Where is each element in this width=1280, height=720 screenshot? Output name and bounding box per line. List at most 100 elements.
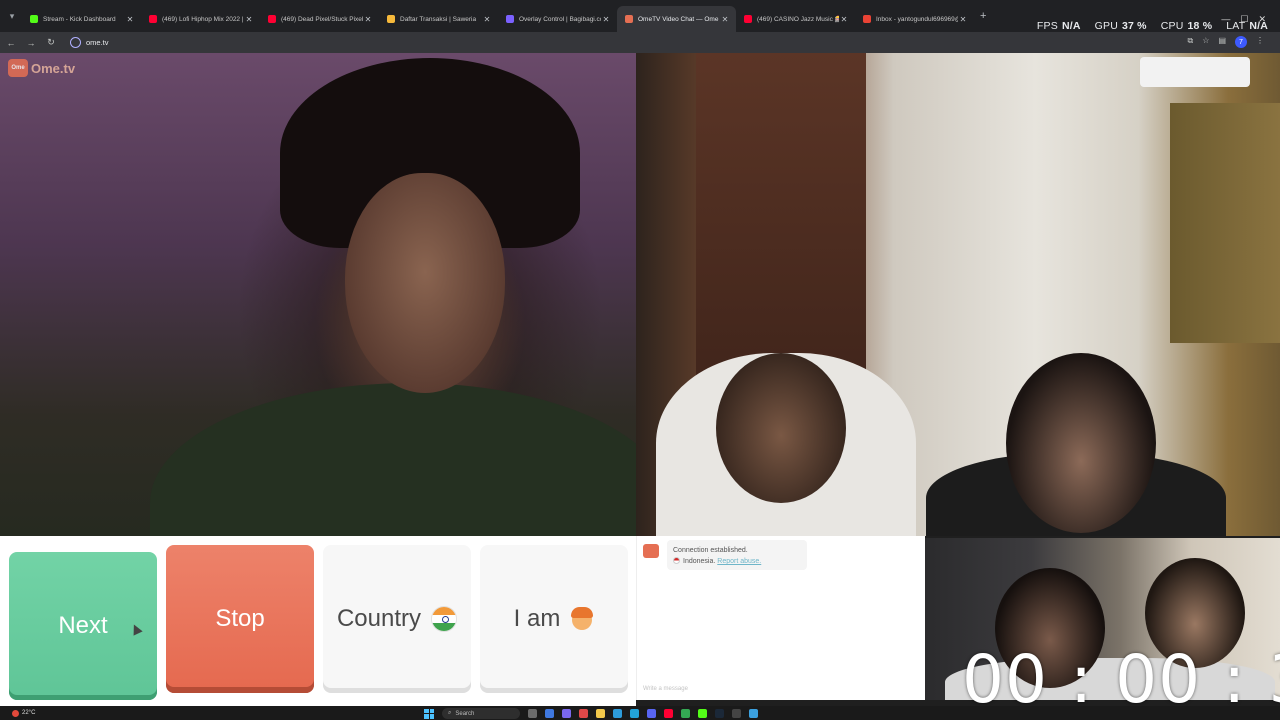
site-info-icon[interactable] — [70, 37, 81, 48]
browser-toolbar: ← → ↻ ome.tv ⧉ ☆ ▤ 7 ⋮ — [0, 32, 1280, 53]
tab-label: (469) CASINO Jazz Music 🎰 P — [757, 16, 839, 23]
taskbar-search[interactable]: ⌕ Search — [442, 708, 520, 719]
tab-close-icon[interactable]: ✕ — [363, 15, 373, 24]
video-body-shape — [150, 383, 636, 536]
install-app-icon[interactable]: ⧉ — [1188, 36, 1194, 48]
obs-icon[interactable] — [732, 709, 741, 718]
tab-close-icon[interactable]: ✕ — [958, 15, 968, 24]
tab-close-icon[interactable]: ✕ — [720, 15, 730, 24]
back-icon[interactable]: ← — [2, 38, 20, 48]
performance-stats: FPS N/A GPU 37 % CPU 18 % LAT N/A — [1037, 20, 1268, 32]
tab-label: OmeTV Video Chat — Ome — [638, 15, 719, 23]
tab-close-icon[interactable]: ✕ — [482, 15, 492, 24]
browser-tab[interactable]: Inbox - yantogundul696969@ ✕ — [855, 6, 974, 32]
video-face-shape — [345, 173, 505, 393]
chrome-icon[interactable] — [681, 709, 690, 718]
tab-favicon-icon — [863, 15, 871, 23]
ometv-chat-avatar-icon — [643, 544, 659, 558]
toolbar-actions: ⧉ ☆ ▤ 7 ⋮ — [1188, 36, 1264, 48]
tab-close-icon[interactable]: ✕ — [839, 15, 849, 24]
app-red-icon[interactable] — [579, 709, 588, 718]
browser-menu-icon[interactable]: ⋮ — [1256, 36, 1264, 48]
weather-widget[interactable]: 22°C — [12, 709, 36, 717]
tab-favicon-icon — [625, 15, 633, 23]
tab-label: Daftar Transaksi | Saweria — [400, 15, 477, 23]
ometv-logo: Ome Ome.tv — [8, 59, 75, 77]
gender-button-label: I am — [513, 605, 561, 632]
tab-label: Overlay Control | Bagibagi.co — [519, 15, 601, 23]
gender-button[interactable]: I am — [480, 545, 628, 693]
tab-search-chevron-icon[interactable]: ▾ — [2, 6, 22, 26]
country-button[interactable]: Country — [323, 545, 471, 693]
teams-icon[interactable] — [562, 709, 571, 718]
tab-close-icon[interactable]: ✕ — [601, 15, 611, 24]
tab-favicon-icon — [506, 15, 514, 23]
forward-icon[interactable]: → — [22, 38, 40, 48]
browser-tab[interactable]: (469) Lofi Hiphop Mix 2022 | Lo ✕ — [141, 6, 260, 32]
task-view-icon[interactable] — [528, 709, 537, 718]
stat-gpu: GPU 37 % — [1094, 20, 1147, 32]
ometv-logo-icon: Ome — [8, 59, 28, 77]
app-blue-icon[interactable] — [630, 709, 639, 718]
stop-button[interactable]: Stop — [166, 545, 314, 693]
stat-cpu: CPU 18 % — [1160, 20, 1213, 32]
browser-tab[interactable]: Overlay Control | Bagibagi.co ✕ — [498, 6, 617, 32]
tab-label: (469) Lofi Hiphop Mix 2022 | Lo — [162, 15, 244, 23]
stranger-video — [0, 53, 636, 536]
tab-label: Inbox - yantogundul696969@ — [876, 15, 958, 23]
taskbar-apps: ⌕ Search — [424, 708, 758, 719]
profile-avatar-icon[interactable]: 7 — [1235, 36, 1247, 48]
country-button-label: Country — [336, 605, 422, 632]
indonesia-flag-icon — [673, 557, 680, 564]
system-message-country: Indonesia. Report abuse. — [673, 556, 801, 567]
report-abuse-link[interactable]: Report abuse. — [717, 558, 761, 565]
windows-start-icon[interactable] — [424, 708, 434, 719]
ometv-logo-text: Ome.tv — [31, 60, 76, 76]
temperature: 22°C — [22, 710, 36, 716]
video-ac-shape — [1140, 57, 1250, 87]
app-light-blue-icon[interactable] — [749, 709, 758, 718]
tab-favicon-icon — [387, 15, 395, 23]
tab-close-icon[interactable]: ✕ — [244, 15, 254, 24]
windows-taskbar: 22°C ⌕ Search — [0, 706, 1280, 720]
reload-icon[interactable]: ↻ — [42, 37, 60, 48]
browser-tab[interactable]: (469) CASINO Jazz Music 🎰 P✕ — [736, 6, 855, 32]
next-button-label: Next — [58, 612, 108, 639]
tab-favicon-icon — [149, 15, 157, 23]
weather-icon — [12, 709, 19, 717]
self-video — [636, 53, 1280, 536]
store-icon[interactable] — [613, 709, 622, 718]
browser-tab[interactable]: (469) Dead Pixel/Stuck Pixel Sc✕ — [260, 6, 379, 32]
tab-label: Stream - Kick Dashboard — [43, 15, 116, 23]
video-person-right-head — [1006, 353, 1156, 533]
message-input[interactable]: Write a message — [643, 686, 688, 692]
chat-controls: Next Stop Country I am — [0, 536, 636, 706]
kick-icon[interactable] — [698, 709, 707, 718]
tab-favicon-icon — [268, 15, 276, 23]
stat-lat: LAT N/A — [1226, 20, 1268, 32]
bookmark-star-icon[interactable]: ☆ — [1202, 36, 1209, 48]
chat-panel: Connection established. Indonesia. Repor… — [636, 536, 925, 700]
new-tab-button[interactable]: + — [980, 10, 986, 22]
boy-emoji-icon — [570, 606, 594, 632]
address-bar[interactable]: ome.tv — [86, 38, 109, 47]
extensions-icon[interactable]: ▤ — [1218, 36, 1226, 48]
file-explorer-icon[interactable] — [596, 709, 605, 718]
video-curtain-shape — [1170, 103, 1280, 343]
screen: ▾ Stream - Kick Dashboard ✕ (469) Lofi Hip… — [0, 0, 1280, 720]
discord-icon[interactable] — [647, 709, 656, 718]
browser-tab[interactable]: Daftar Transaksi | Saweria ✕ — [379, 6, 498, 32]
search-icon: ⌕ — [448, 710, 452, 716]
tab-favicon-icon — [30, 15, 38, 23]
system-message: Connection established. Indonesia. Repor… — [667, 540, 807, 570]
tab-list: Stream - Kick Dashboard ✕ (469) Lofi Hipho… — [22, 0, 974, 32]
edge-icon[interactable] — [545, 709, 554, 718]
browser-tab[interactable]: OmeTV Video Chat — Ome ✕ — [617, 6, 736, 32]
steam-icon[interactable] — [715, 709, 724, 718]
system-message-text: Connection established. — [673, 547, 748, 554]
india-flag-icon — [431, 606, 458, 632]
youtube-icon[interactable] — [664, 709, 673, 718]
tab-close-icon[interactable]: ✕ — [125, 15, 135, 24]
browser-tab[interactable]: Stream - Kick Dashboard ✕ — [22, 6, 141, 32]
stat-fps: FPS N/A — [1036, 20, 1081, 32]
